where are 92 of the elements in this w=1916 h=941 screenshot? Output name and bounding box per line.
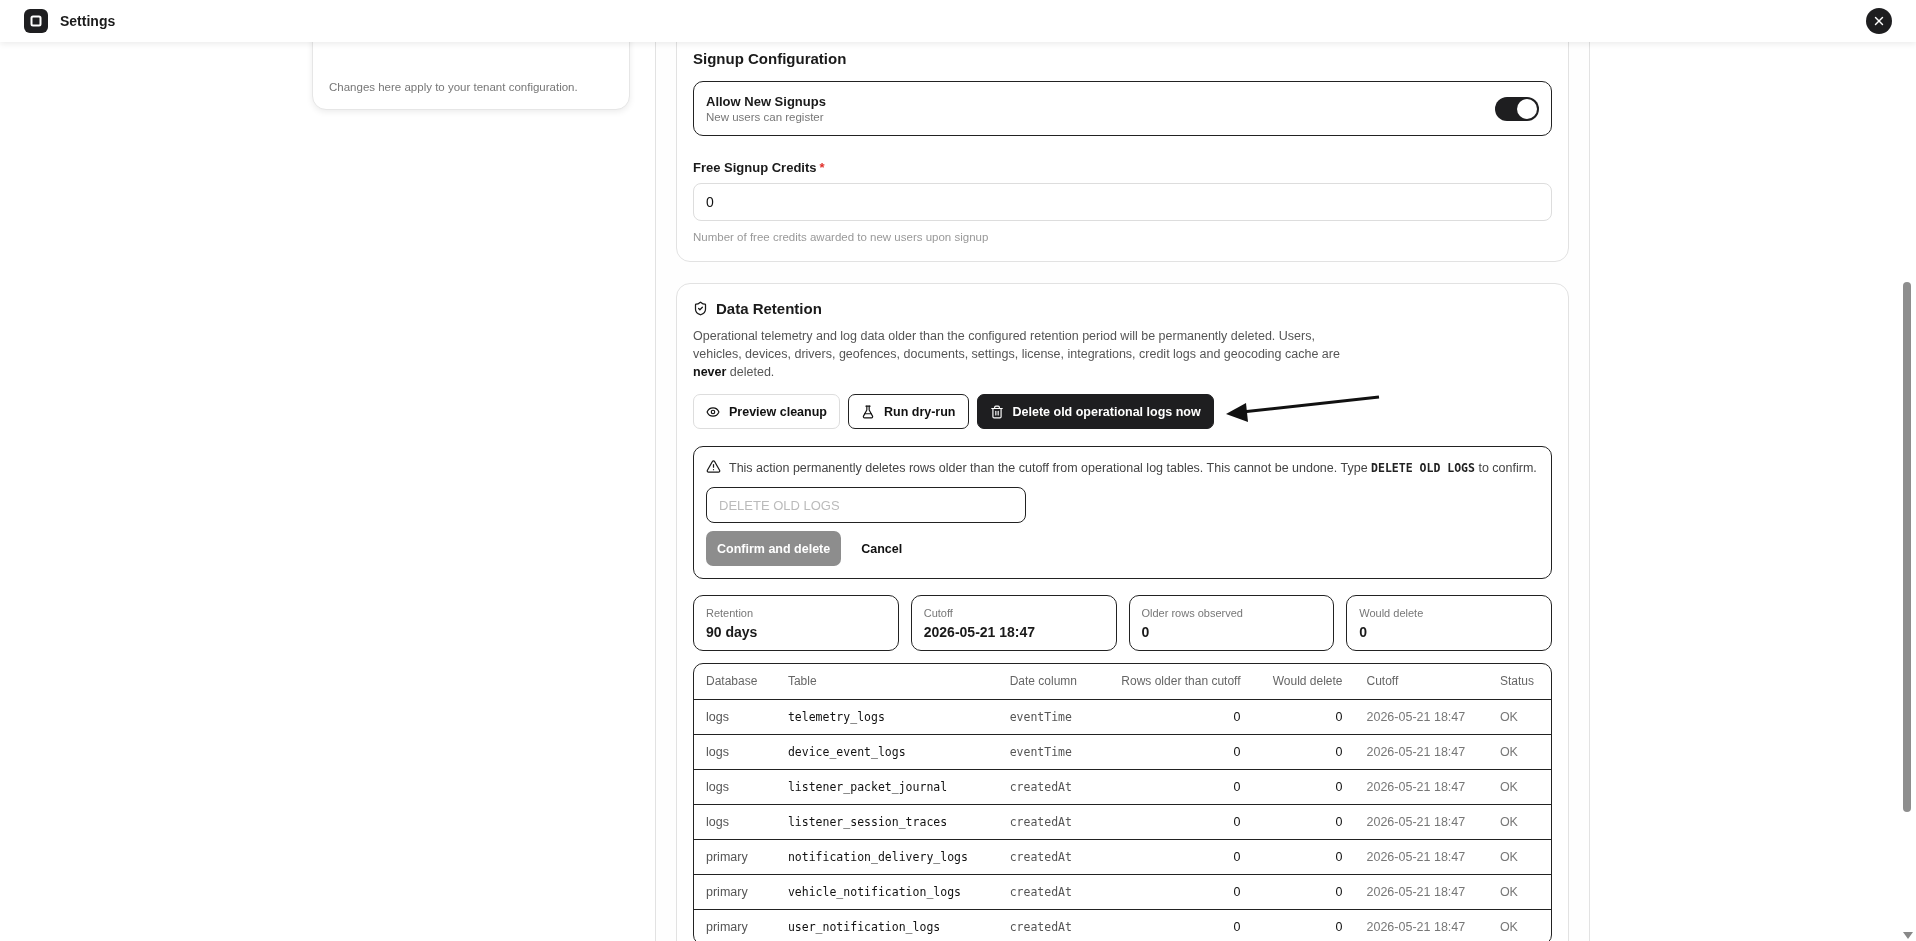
stat-label: Cutoff: [923, 607, 954, 619]
credits-input[interactable]: 0: [693, 183, 1552, 221]
table-cell: listener_session_traces: [775, 804, 998, 839]
table-cell: logs: [694, 699, 776, 734]
table-cell: OK: [1487, 909, 1551, 941]
table-cell: OK: [1487, 769, 1551, 804]
stat-value: 0: [1359, 624, 1369, 640]
table-cell: createdAt: [997, 804, 1097, 839]
table-cell: 0: [1252, 839, 1355, 874]
column-header: Table: [775, 664, 998, 699]
table-cell: telemetry_logs: [775, 699, 998, 734]
table-cell: createdAt: [997, 839, 1097, 874]
table-cell: 2026-05-21 18:47: [1354, 874, 1488, 909]
table-cell: createdAt: [997, 769, 1097, 804]
warning-icon: [706, 459, 721, 474]
table-cell: vehicle_notification_logs: [775, 874, 998, 909]
retention-description: Operational telemetry and log data older than the configured retention period will be permanently deleted. Users, vehicles, devices, drivers, geofences, documents, settings, license, integrations, credit logs and geocoding cache are never deleted.: [693, 328, 1341, 381]
cancel-button[interactable]: Cancel: [849, 531, 915, 566]
table-cell: createdAt: [997, 909, 1097, 941]
table-cell: 0: [1252, 804, 1355, 839]
column-header: Database: [694, 664, 776, 699]
app-logo-icon: [24, 9, 48, 33]
table-cell: logs: [694, 769, 776, 804]
page-title: Settings: [60, 13, 116, 29]
table-cell: 0: [1096, 909, 1253, 941]
table-cell: OK: [1487, 804, 1551, 839]
table-cell: 2026-05-21 18:47: [1354, 769, 1488, 804]
table-cell: device_event_logs: [775, 734, 998, 769]
stat-label: Older rows observed: [1141, 607, 1244, 619]
table-cell: primary: [694, 909, 776, 941]
scrollbar-thumb[interactable]: [1903, 282, 1911, 812]
table-cell: 0: [1252, 909, 1355, 941]
table-cell: eventTime: [997, 734, 1097, 769]
table-cell: 0: [1252, 734, 1355, 769]
stat-value: 0: [1141, 624, 1151, 640]
button-icon: [706, 404, 720, 419]
shield-icon: [693, 301, 708, 316]
field-label-text: Free Signup Credits: [693, 160, 817, 175]
column-header: Status: [1487, 664, 1551, 699]
action-button[interactable]: Run dry-run: [847, 394, 969, 429]
table-cell: logs: [694, 804, 776, 839]
confirm-input[interactable]: DELETE OLD LOGS: [706, 487, 1026, 523]
action-button[interactable]: Delete old operational logs now: [976, 394, 1214, 429]
action-button[interactable]: Preview cleanup: [693, 394, 840, 429]
table-cell: listener_packet_journal: [775, 769, 998, 804]
toggle-switch[interactable]: [1495, 96, 1539, 121]
stat-value: 2026-05-21 18:47: [923, 624, 1037, 640]
button-icon: [989, 404, 1004, 419]
toggle-description: New users can register: [706, 111, 825, 123]
table-cell: 0: [1252, 874, 1355, 909]
table-cell: 2026-05-21 18:47: [1354, 909, 1488, 941]
column-header: Cutoff: [1354, 664, 1488, 699]
column-header: Would delete: [1252, 664, 1355, 699]
info-note: Changes here apply to your tenant configuration.: [329, 81, 579, 93]
table-cell: 0: [1096, 839, 1253, 874]
table-cell: 0: [1096, 769, 1253, 804]
table-cell: 0: [1252, 699, 1355, 734]
column-header: Rows older than cutoff: [1096, 664, 1253, 699]
table-cell: createdAt: [997, 874, 1097, 909]
field-help: Number of free credits awarded to new users upon signup: [693, 231, 990, 243]
scroll-down-icon[interactable]: [1903, 932, 1913, 939]
toggle-label: Allow New Signups: [706, 94, 826, 109]
required-mark: *: [819, 160, 825, 175]
table-cell: 0: [1096, 734, 1253, 769]
table-cell: OK: [1487, 839, 1551, 874]
table-cell: 2026-05-21 18:47: [1354, 804, 1488, 839]
table-cell: notification_delivery_logs: [775, 839, 998, 874]
table-cell: 0: [1252, 769, 1355, 804]
table-cell: 2026-05-21 18:47: [1354, 734, 1488, 769]
table-cell: 2026-05-21 18:47: [1354, 839, 1488, 874]
table-cell: eventTime: [997, 699, 1097, 734]
section-title: Signup Configuration: [693, 50, 848, 67]
table-cell: primary: [694, 874, 776, 909]
table-cell: OK: [1487, 699, 1551, 734]
stat-label: Would delete: [1359, 607, 1425, 619]
close-icon: [1872, 14, 1886, 28]
button-icon: [860, 404, 875, 419]
table-cell: 0: [1096, 874, 1253, 909]
table-cell: 0: [1096, 699, 1253, 734]
table-cell: 0: [1096, 804, 1253, 839]
table-cell: OK: [1487, 734, 1551, 769]
table-cell: 2026-05-21 18:47: [1354, 699, 1488, 734]
stat-label: Retention: [706, 607, 755, 619]
table-cell: primary: [694, 839, 776, 874]
column-header: Date column: [997, 664, 1097, 699]
table-cell: logs: [694, 734, 776, 769]
section-title: Data Retention: [716, 300, 822, 317]
stat-value: 90 days: [706, 624, 759, 640]
table-cell: user_notification_logs: [775, 909, 998, 941]
warning-text: This action permanently deletes rows older than the cutoff from operational log tables. This cannot be undone. Type DELETE OLD LOGS to confirm.: [729, 460, 1537, 477]
table-cell: OK: [1487, 874, 1551, 909]
close-button[interactable]: [1866, 8, 1892, 34]
